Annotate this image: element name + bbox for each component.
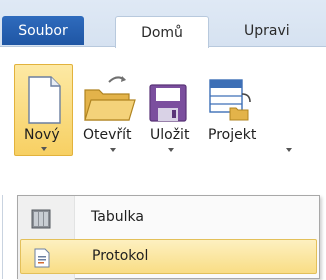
menu-item-protokol[interactable]: Protokol	[20, 239, 317, 274]
project-icon	[204, 68, 326, 132]
tab-file[interactable]: Soubor	[2, 16, 84, 45]
table-icon	[30, 208, 52, 234]
tab-edit[interactable]: Upravi	[244, 16, 326, 45]
new-dropdown-menu: Tabulka Protokol	[17, 195, 320, 280]
open-label: Otevřít	[83, 127, 132, 143]
new-label: Nový	[24, 127, 60, 143]
tab-home-label: Domů	[141, 24, 183, 41]
new-document-icon	[15, 69, 74, 133]
menu-item-tabulka[interactable]: Tabulka	[20, 201, 317, 236]
tab-file-label: Soubor	[18, 22, 68, 39]
chevron-down-icon	[168, 148, 174, 152]
tab-edit-label: Upravi	[244, 22, 290, 39]
panel-edge	[2, 195, 3, 279]
save-button[interactable]: Uložit	[146, 64, 196, 158]
open-folder-icon	[79, 68, 139, 132]
chevron-down-icon	[110, 148, 116, 152]
chevron-down-icon	[286, 148, 292, 152]
open-button[interactable]: Otevřít	[79, 64, 139, 158]
save-label: Uložit	[150, 127, 190, 143]
protocol-icon	[31, 247, 53, 273]
project-label: Projekt	[208, 127, 257, 143]
chevron-down-icon	[41, 147, 47, 151]
new-button[interactable]: Nový	[14, 64, 73, 156]
tab-home[interactable]: Domů	[115, 16, 209, 48]
save-disk-icon	[146, 68, 196, 132]
menu-item-label: Tabulka	[91, 209, 144, 225]
menu-item-label: Protokol	[92, 248, 149, 264]
project-button[interactable]: Projekt	[204, 64, 326, 158]
